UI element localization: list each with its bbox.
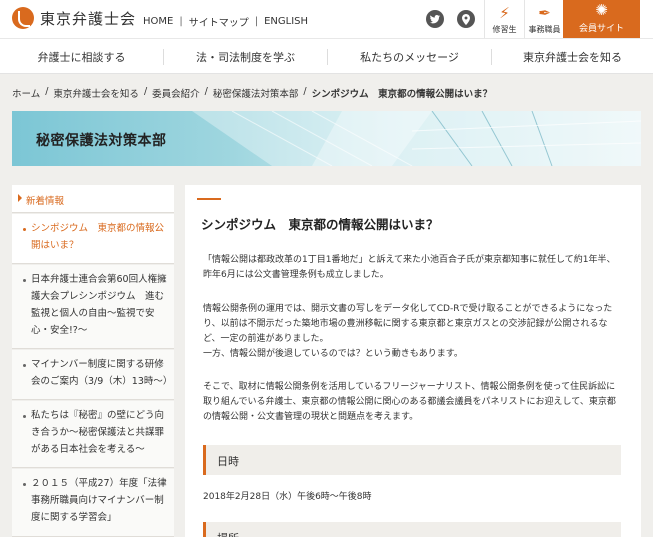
section-heading-label: 場所 [217,530,239,537]
pen-icon: ✒ [538,4,551,22]
sidebar-item-label: ２０１５（平成27）年度「法律事務所職員向けマイナンバー制度に関する学習会」 [31,478,167,523]
nav-about[interactable]: 東京弁護士会を知る [492,39,653,74]
bullet-icon [23,364,26,367]
breadcrumb-separator: / [303,86,307,97]
nav-message[interactable]: 私たちのメッセージ [328,39,491,74]
article-paragraph: そこで、取材に情報公開条例を活用しているフリージャーナリスト、情報公開条例を使っ… [203,382,616,422]
sidebar-item-label: マイナンバー制度に関する研修会のご案内（3/9（木）13時〜） [31,359,173,387]
bullet-icon [23,415,26,418]
sidebar-item[interactable]: シンポジウム 東京都の情報公開はいま？ [12,214,174,264]
twitter-icon[interactable] [426,10,444,28]
article-paragraph: 情報公開条例の運用では、開示文書の写しをデータ化してCD-Rで受け取ることができ… [203,304,613,344]
staff-label: 事務職員 [528,25,561,34]
staff-button[interactable]: ✒ 事務職員 [524,0,564,38]
lightning-icon: ⚡ [499,4,510,22]
map-pin-icon[interactable] [457,10,475,28]
sidebar-item[interactable]: ２０１５（平成27）年度「法律事務所職員向けマイナンバー制度に関する学習会」 [12,469,174,537]
logo-mark-icon [12,7,34,29]
caret-right-icon [18,194,22,202]
banner-title: 秘密保護法対策本部 [36,133,167,149]
breadcrumb-secrecy-hq[interactable]: 秘密保護法対策本部 [213,86,299,100]
english-link[interactable]: ENGLISH [264,16,308,27]
breadcrumb-current: シンポジウム 東京都の情報公開はいま？ [311,89,493,100]
member-site-label: 会員サイト [578,24,624,34]
link-separator: | [179,16,183,27]
main-nav: 弁護士に相談する 法・司法制度を学ぶ 私たちのメッセージ 東京弁護士会を知る [0,38,653,74]
article-paragraph: 「情報公開は都政改革の1丁目1番地だ」と訴えて来た小池百合子氏が東京都知事に就任… [203,255,616,280]
link-separator: | [254,16,259,27]
sidebar-heading-label: 新着情報 [26,196,65,207]
section-heading-venue: 場所 [203,522,621,537]
breadcrumb-separator: / [45,86,49,97]
breadcrumb-committees[interactable]: 委員会紹介 [152,86,200,100]
breadcrumb-separator: / [204,86,208,97]
section-heading-datetime: 日時 [203,445,621,475]
bullet-icon [23,279,26,282]
sidebar-item-label: 日本弁護士連合会第60回人権擁護大会プレシンポジウム 進む監視と個人の自由〜監視… [31,274,167,336]
sidebar-item[interactable]: マイナンバー制度に関する研修会のご案内（3/9（木）13時〜） [12,350,174,400]
breadcrumb-separator: / [143,86,148,97]
breadcrumb-about[interactable]: 東京弁護士会を知る [53,86,139,100]
sidebar-heading[interactable]: 新着情報 [12,185,174,213]
sidebar-item-label: シンポジウム 東京都の情報公開はいま？ [31,223,165,251]
top-links: HOME | サイトマップ | ENGLISH [143,14,308,29]
sidebar: 新着情報 シンポジウム 東京都の情報公開はいま？ 日本弁護士連合会第60回人権擁… [12,185,174,537]
section-heading-label: 日時 [217,455,239,468]
home-link[interactable]: HOME [143,16,173,27]
event-datetime: 2018年2月28日（水）午後6時〜午後8時 [203,492,372,502]
sidebar-item[interactable]: 私たちは『秘密』の壁にどう向き合うか〜秘密保護法と共謀罪がある日本社会を考える〜 [12,401,174,468]
sitemap-link[interactable]: サイトマップ [189,14,249,29]
logo-text: 東京弁護士会 [40,9,137,28]
page-banner: 秘密保護法対策本部 [12,111,641,166]
article: シンポジウム 東京都の情報公開はいま？ 「情報公開は都政改革の1丁目1番地だ」と… [185,185,641,537]
sidebar-item[interactable]: 日本弁護士連合会第60回人権擁護大会プレシンポジウム 進む監視と個人の自由〜監視… [12,265,174,349]
breadcrumb: ホーム / 東京弁護士会を知る / 委員会紹介 / 秘密保護法対策本部 / シン… [12,86,492,100]
member-site-button[interactable]: ✺ 会員サイト [563,0,640,38]
sidebar-item-label: 私たちは『秘密』の壁にどう向き合うか〜秘密保護法と共謀罪がある日本社会を考える〜 [31,410,165,455]
nav-learn-law[interactable]: 法・司法制度を学ぶ [164,39,327,74]
bullet-icon [23,228,26,231]
breadcrumb-home[interactable]: ホーム [12,86,40,100]
sun-emblem-icon: ✺ [595,1,608,19]
article-paragraph: 一方、情報公開が後退しているのでは？という動きもあります。 [203,349,463,359]
nav-consult[interactable]: 弁護士に相談する [0,39,163,74]
bullet-icon [23,483,26,486]
article-title: シンポジウム 東京都の情報公開はいま？ [201,217,439,232]
trainee-label: 修習生 [492,25,517,34]
site-header: 東京弁護士会 HOME | サイトマップ | ENGLISH ⚡ 修習生 ✒ 事… [0,0,653,38]
title-accent-bar [197,198,221,200]
site-logo[interactable]: 東京弁護士会 [12,7,136,29]
trainee-button[interactable]: ⚡ 修習生 [484,0,524,38]
